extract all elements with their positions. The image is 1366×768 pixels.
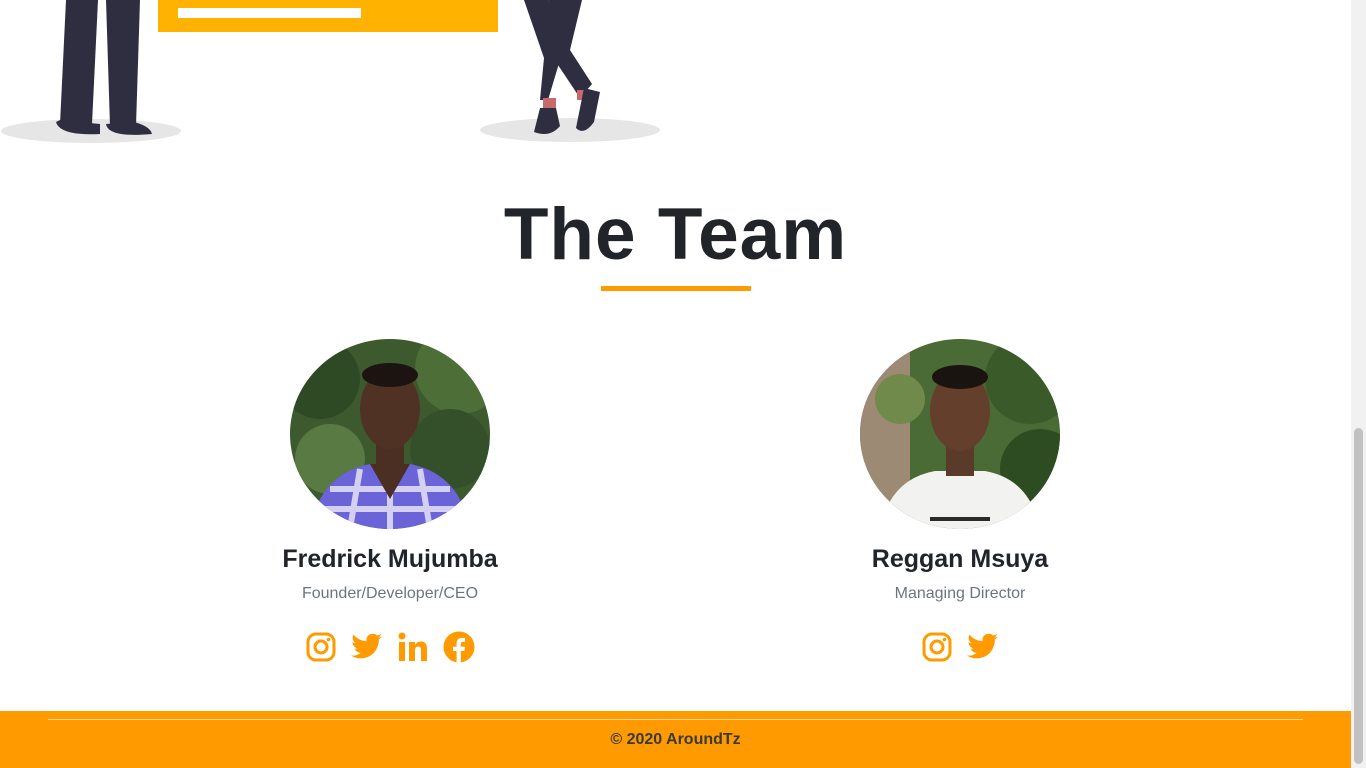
- team-member-card: Fredrick Mujumba Founder/Developer/CEO: [190, 339, 590, 664]
- instagram-icon[interactable]: [921, 630, 953, 664]
- footer-copyright: © 2020 AroundTz: [610, 731, 741, 748]
- footer: © 2020 AroundTz: [0, 711, 1351, 768]
- facebook-icon[interactable]: [443, 630, 475, 664]
- linkedin-icon[interactable]: [397, 630, 429, 664]
- instagram-icon[interactable]: [305, 630, 337, 664]
- scrollbar-thumb[interactable]: [1354, 428, 1363, 764]
- twitter-icon[interactable]: [967, 630, 999, 664]
- page-scrollbar[interactable]: [1351, 0, 1366, 768]
- member-role: Founder/Developer/CEO: [301, 585, 479, 602]
- team-illustration: [1, 0, 660, 143]
- avatar: [290, 339, 490, 529]
- member-name: Fredrick Mujumba: [282, 545, 498, 573]
- twitter-icon[interactable]: [351, 630, 383, 664]
- section-title: The Team: [503, 194, 848, 275]
- footer-divider: [48, 719, 1303, 720]
- member-name: Reggan Msuya: [871, 545, 1049, 573]
- team-member-card: Reggan Msuya Managing Director: [760, 339, 1160, 664]
- page: The Team Fredrick Mujumba Founder/Develo…: [0, 0, 1351, 768]
- social-links: [190, 630, 590, 664]
- avatar: [860, 339, 1060, 529]
- title-underline: [601, 286, 751, 291]
- member-role: Managing Director: [894, 585, 1026, 602]
- social-links: [760, 630, 1160, 664]
